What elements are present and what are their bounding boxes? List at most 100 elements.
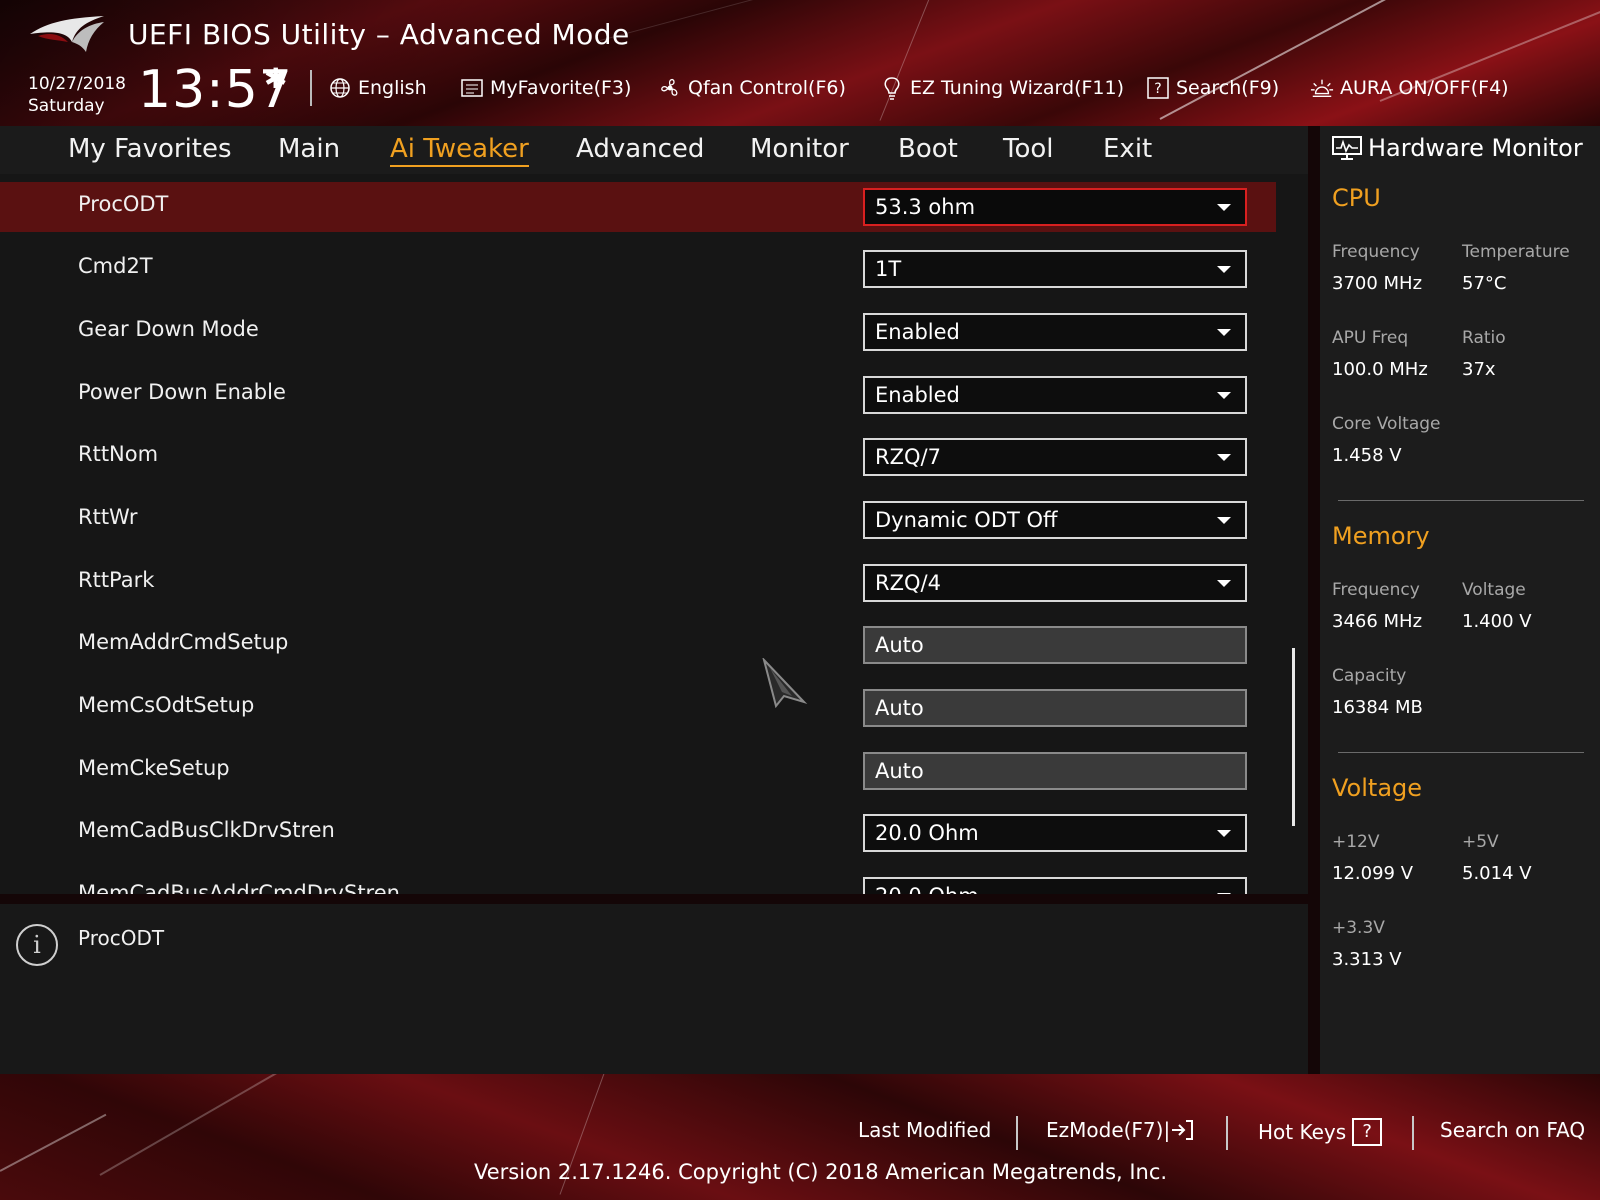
aura-toggle-button[interactable]: AURA ON/OFF(F4)	[1310, 72, 1509, 104]
v5-label: +5V	[1462, 832, 1499, 852]
tab-boot[interactable]: Boot	[898, 134, 958, 164]
info-panel: i ProcODT	[0, 904, 1308, 1074]
memcadbusaddrcmddrvstren-dropdown[interactable]: 20.0 Ohm	[863, 877, 1247, 894]
setting-label: Power Down Enable	[78, 380, 286, 404]
exit-arrow-icon	[1172, 1120, 1194, 1140]
header-divider	[310, 70, 312, 106]
setting-label: MemCadBusClkDrvStren	[78, 818, 335, 842]
settings-list: ProcODT 53.3 ohm Cmd2T 1T Gear Down Mode…	[0, 174, 1308, 894]
hardware-monitor-label: Hardware Monitor	[1368, 134, 1583, 162]
help-icon: ?	[1352, 1118, 1383, 1146]
footer-divider	[1226, 1116, 1228, 1150]
tab-main[interactable]: Main	[278, 134, 340, 164]
dropdown-value: Enabled	[875, 383, 960, 407]
setting-row-memcsodtsetup[interactable]: MemCsOdtSetup Auto	[0, 683, 1276, 733]
tab-ai-tweaker[interactable]: Ai Tweaker	[390, 134, 529, 167]
hardware-monitor-panel: Hardware Monitor CPU Frequency Temperatu…	[1320, 126, 1600, 1074]
setting-row-rttwr[interactable]: RttWr Dynamic ODT Off	[0, 495, 1276, 545]
cmd2t-dropdown[interactable]: 1T	[863, 250, 1247, 288]
rttnom-dropdown[interactable]: RZQ/7	[863, 438, 1247, 476]
footer-divider	[1016, 1116, 1018, 1150]
v12-value: 12.099 V	[1332, 863, 1414, 884]
procodt-dropdown[interactable]: 53.3 ohm	[863, 188, 1247, 226]
ezmode-label: EzMode(F7)|	[1046, 1118, 1171, 1142]
gear-down-mode-dropdown[interactable]: Enabled	[863, 313, 1247, 351]
memcsodtsetup-field[interactable]: Auto	[863, 689, 1247, 727]
search-button[interactable]: ? Search(F9)	[1146, 72, 1279, 104]
tab-tool[interactable]: Tool	[1003, 134, 1054, 164]
tab-monitor[interactable]: Monitor	[750, 134, 849, 164]
chevron-down-icon	[1217, 266, 1231, 273]
cpu-heading: CPU	[1332, 184, 1381, 212]
setting-row-memcadbusaddrcmddrvstren[interactable]: MemCadBusAddrCmdDrvStren 20.0 Ohm	[0, 871, 1276, 894]
power-down-enable-dropdown[interactable]: Enabled	[863, 376, 1247, 414]
last-modified-button[interactable]: Last Modified	[858, 1118, 991, 1142]
memory-voltage-label: Voltage	[1462, 580, 1526, 600]
setting-row-memcadbusclkdrvstren[interactable]: MemCadBusClkDrvStren 20.0 Ohm	[0, 808, 1276, 858]
cpu-temperature-label: Temperature	[1462, 242, 1570, 262]
svg-text:?: ?	[1154, 81, 1161, 97]
dropdown-value: RZQ/7	[875, 445, 941, 469]
memckesetup-field[interactable]: Auto	[863, 752, 1247, 790]
voltage-heading: Voltage	[1332, 774, 1423, 802]
hot-keys-label: Hot Keys	[1258, 1120, 1347, 1144]
hot-keys-button[interactable]: Hot Keys ?	[1258, 1118, 1383, 1146]
rttwr-dropdown[interactable]: Dynamic ODT Off	[863, 501, 1247, 539]
language-button[interactable]: English	[328, 72, 427, 104]
footer-divider	[1412, 1116, 1414, 1150]
aura-toggle-label: AURA ON/OFF(F4)	[1340, 77, 1509, 99]
ezmode-button[interactable]: EzMode(F7)|	[1046, 1118, 1194, 1142]
mouse-cursor-icon	[762, 658, 808, 708]
search-label: Search(F9)	[1176, 77, 1280, 99]
gear-icon[interactable]: ✱	[264, 62, 287, 95]
myfavorite-button[interactable]: MyFavorite(F3)	[460, 72, 631, 104]
qfan-control-button[interactable]: Qfan Control(F6)	[658, 72, 846, 104]
v33-label: +3.3V	[1332, 918, 1385, 938]
setting-row-rttnom[interactable]: RttNom RZQ/7	[0, 432, 1276, 482]
tab-advanced[interactable]: Advanced	[576, 134, 704, 164]
setting-row-memckesetup[interactable]: MemCkeSetup Auto	[0, 746, 1276, 796]
setting-label: ProcODT	[78, 192, 169, 216]
footer: Last Modified EzMode(F7)| Hot Keys ? Sea…	[0, 1074, 1600, 1200]
ez-tuning-wizard-label: EZ Tuning Wizard(F11)	[910, 77, 1125, 99]
chevron-down-icon	[1217, 454, 1231, 461]
decor-streak	[99, 1074, 292, 1176]
search-faq-button[interactable]: Search on FAQ	[1440, 1118, 1585, 1142]
setting-row-memaddrcmdsetup[interactable]: MemAddrCmdSetup Auto	[0, 620, 1276, 670]
setting-row-cmd2t[interactable]: Cmd2T 1T	[0, 244, 1276, 294]
tab-exit[interactable]: Exit	[1103, 134, 1152, 164]
memcadbusclkdrvstren-dropdown[interactable]: 20.0 Ohm	[863, 814, 1247, 852]
setting-label: MemCadBusAddrCmdDrvStren	[78, 881, 400, 894]
apu-freq-label: APU Freq	[1332, 328, 1409, 348]
setting-row-rttpark[interactable]: RttPark RZQ/4	[0, 558, 1276, 608]
v12-label: +12V	[1332, 832, 1380, 852]
setting-label: Gear Down Mode	[78, 317, 259, 341]
setting-row-power-down-enable[interactable]: Power Down Enable Enabled	[0, 370, 1276, 420]
version-text: Version 2.17.1246. Copyright (C) 2018 Am…	[474, 1160, 1168, 1184]
memory-heading: Memory	[1332, 522, 1430, 550]
chevron-down-icon	[1217, 517, 1231, 524]
dropdown-value: RZQ/4	[875, 571, 941, 595]
setting-label: RttPark	[78, 568, 155, 592]
setting-row-gear-down-mode[interactable]: Gear Down Mode Enabled	[0, 307, 1276, 357]
setting-label: MemCsOdtSetup	[78, 693, 255, 717]
setting-row-procodt[interactable]: ProcODT 53.3 ohm	[0, 182, 1276, 232]
tab-my-favorites[interactable]: My Favorites	[68, 134, 232, 164]
decor-streak	[0, 1113, 107, 1172]
hardware-monitor-title: Hardware Monitor	[1332, 134, 1583, 162]
apu-freq-value: 100.0 MHz	[1332, 359, 1428, 380]
tab-bar: My Favorites Main Ai Tweaker Advanced Mo…	[0, 126, 1308, 174]
monitor-icon	[1332, 136, 1362, 160]
chevron-down-icon	[1217, 204, 1231, 211]
chevron-down-icon	[1217, 580, 1231, 587]
ez-tuning-wizard-button[interactable]: EZ Tuning Wizard(F11)	[880, 72, 1124, 104]
rttpark-dropdown[interactable]: RZQ/4	[863, 564, 1247, 602]
myfavorite-label: MyFavorite(F3)	[490, 77, 632, 99]
memory-frequency-label: Frequency	[1332, 580, 1420, 600]
setting-label: Cmd2T	[78, 254, 153, 278]
ratio-value: 37x	[1462, 359, 1496, 380]
scrollbar[interactable]	[1292, 648, 1295, 826]
memaddrcmdsetup-field[interactable]: Auto	[863, 626, 1247, 664]
chevron-down-icon	[1217, 329, 1231, 336]
setting-label: MemCkeSetup	[78, 756, 230, 780]
